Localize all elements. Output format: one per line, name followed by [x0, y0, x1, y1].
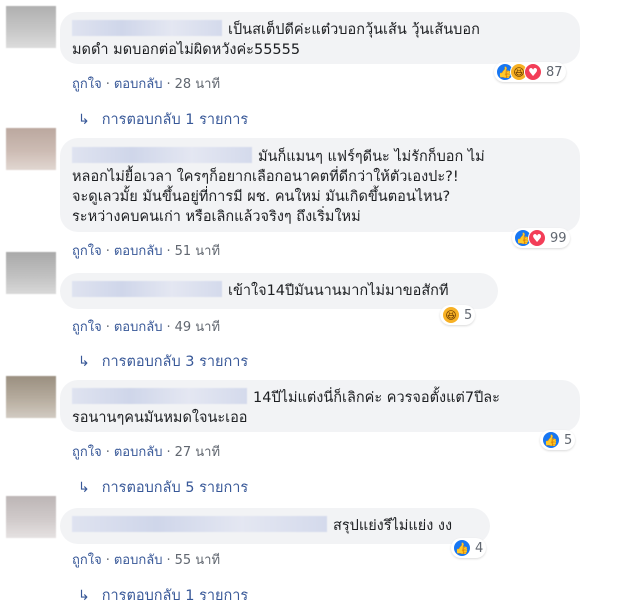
like-icon: 👍: [453, 539, 471, 557]
comment-text-line: จะดูเลวมั้ย มันขึ้นอยู่ที่การมี ผช. คนให…: [72, 189, 451, 205]
timestamp[interactable]: 28 นาที: [175, 77, 220, 92]
reply-button[interactable]: ตอบกลับ: [114, 445, 163, 460]
avatar[interactable]: [6, 252, 56, 294]
comment-actions: ถูกใจ · ตอบกลับ · 49 นาที: [72, 320, 221, 335]
like-button[interactable]: ถูกใจ: [72, 553, 102, 568]
comment-actions: ถูกใจ · ตอบกลับ · 27 นาที: [72, 445, 221, 460]
comment-text-line: มดดำ มดบอกต่อไม่ผิดหวังค่ะ55555: [72, 42, 301, 58]
reaction-summary[interactable]: 👍 ♥ 99: [512, 228, 570, 248]
reaction-summary[interactable]: 👍 😆 ♥ 87: [494, 62, 566, 82]
avatar[interactable]: [6, 376, 56, 418]
love-icon: ♥: [524, 63, 542, 81]
reaction-summary[interactable]: 😆 5: [440, 305, 476, 325]
author-name-blurred[interactable]: [72, 147, 252, 163]
comment-text-line: มันก็แมนๆ แฟร์ๆดีนะ ไม่รักก็บอก ไม่: [258, 149, 485, 165]
comment-text-line: ระหว่างคบคนเก่า หรือเลิกแล้วจริงๆ ถึงเริ…: [72, 209, 361, 225]
comment-text-line: รอนานๆคนมันหมดใจนะเออ: [72, 410, 248, 426]
avatar[interactable]: [6, 6, 56, 48]
comment-text-line: เป็นสเต็ปดีค่ะแต๋วบอกวุ้นเส้น วุ้นเส้นบอ…: [228, 22, 480, 38]
comment-actions: ถูกใจ · ตอบกลับ · 55 นาที: [72, 553, 221, 568]
comment-bubble: 14ปีไม่แต่งนี่ก็เลิกค่ะ ควรจอตั้งแต่7ปีล…: [60, 380, 580, 432]
author-name-blurred[interactable]: [72, 516, 327, 532]
reaction-count: 99: [550, 230, 567, 246]
like-button[interactable]: ถูกใจ: [72, 445, 102, 460]
view-replies-link[interactable]: ↳ การตอบกลับ 3 รายการ: [78, 350, 248, 373]
author-name-blurred[interactable]: [72, 281, 222, 297]
comment-actions: ถูกใจ · ตอบกลับ · 51 นาที: [72, 244, 221, 259]
timestamp[interactable]: 27 นาที: [175, 445, 220, 460]
comment-bubble: เข้าใจ14ปีมันนานมากไม่มาขอสักที: [60, 273, 498, 309]
timestamp[interactable]: 49 นาที: [175, 320, 220, 335]
reaction-count: 5: [564, 432, 573, 448]
reply-arrow-icon: ↳: [78, 112, 90, 128]
reply-button[interactable]: ตอบกลับ: [114, 553, 163, 568]
comment-bubble: สรุปแย่งรึไม่แย่ง งง: [60, 508, 490, 544]
reaction-summary[interactable]: 👍 4: [451, 538, 487, 558]
comment-text-line: สรุปแย่งรึไม่แย่ง งง: [333, 518, 453, 534]
like-button[interactable]: ถูกใจ: [72, 320, 102, 335]
reply-arrow-icon: ↳: [78, 354, 90, 370]
reaction-count: 87: [546, 64, 563, 80]
timestamp[interactable]: 51 นาที: [175, 244, 220, 259]
reply-button[interactable]: ตอบกลับ: [114, 320, 163, 335]
reaction-count: 5: [464, 307, 473, 323]
love-icon: ♥: [528, 229, 546, 247]
comment-text-line: หลอกไม่ยื้อเวลา ใครๆก็อยากเลือกอนาคตที่ด…: [72, 169, 459, 185]
haha-icon: 😆: [442, 306, 460, 324]
comment-bubble: มันก็แมนๆ แฟร์ๆดีนะ ไม่รักก็บอก ไม่ หลอก…: [60, 138, 580, 232]
comment-text-line: 14ปีไม่แต่งนี่ก็เลิกค่ะ ควรจอตั้งแต่7ปีล…: [253, 390, 500, 406]
reaction-summary[interactable]: 👍 5: [540, 430, 576, 450]
reaction-count: 4: [475, 540, 484, 556]
reply-arrow-icon: ↳: [78, 588, 90, 604]
view-replies-link[interactable]: ↳ การตอบกลับ 1 รายการ: [78, 108, 248, 131]
like-button[interactable]: ถูกใจ: [72, 77, 102, 92]
like-button[interactable]: ถูกใจ: [72, 244, 102, 259]
comment-actions: ถูกใจ · ตอบกลับ · 28 นาที: [72, 77, 221, 92]
avatar[interactable]: [6, 128, 56, 170]
author-name-blurred[interactable]: [72, 388, 247, 404]
reply-button[interactable]: ตอบกลับ: [114, 244, 163, 259]
timestamp[interactable]: 55 นาที: [175, 553, 220, 568]
avatar[interactable]: [6, 496, 56, 538]
comment-text-line: เข้าใจ14ปีมันนานมากไม่มาขอสักที: [228, 283, 449, 299]
author-name-blurred[interactable]: [72, 20, 222, 36]
view-replies-link[interactable]: ↳ การตอบกลับ 5 รายการ: [78, 476, 248, 499]
like-icon: 👍: [542, 431, 560, 449]
comment-bubble: เป็นสเต็ปดีค่ะแต๋วบอกวุ้นเส้น วุ้นเส้นบอ…: [60, 12, 580, 64]
reply-button[interactable]: ตอบกลับ: [114, 77, 163, 92]
view-replies-link[interactable]: ↳ การตอบกลับ 1 รายการ: [78, 584, 248, 607]
reply-arrow-icon: ↳: [78, 480, 90, 496]
